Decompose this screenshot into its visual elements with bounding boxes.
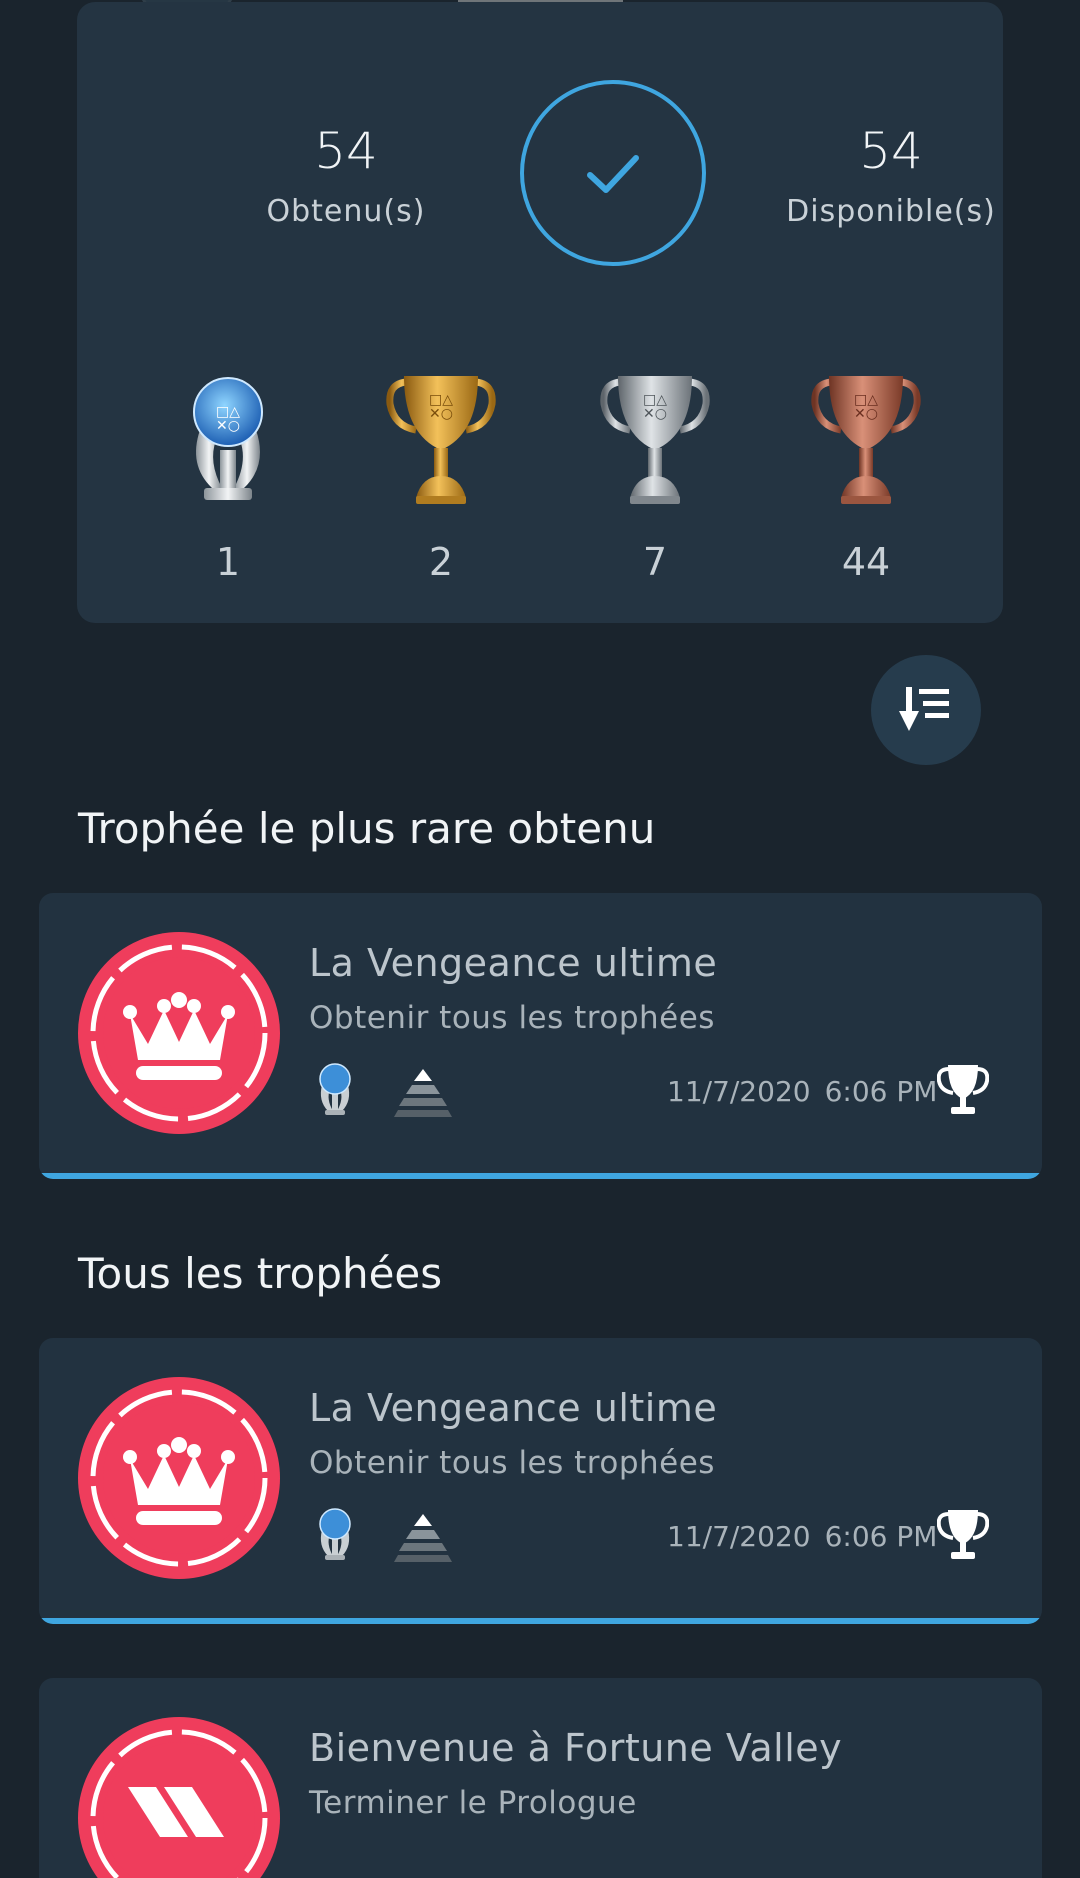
completion-circle [520,80,706,266]
trophy-card[interactable]: La Vengeance ultime Obtenir tous les tro… [39,1338,1042,1624]
trophy-card[interactable]: Bienvenue à Fortune Valley Terminer le P… [39,1678,1042,1878]
crown-icon [78,1377,280,1579]
trophy-description: Obtenir tous les trophées [309,1000,715,1036]
earned-label: Obtenu(s) [266,194,426,229]
earned-count: 54 [314,122,378,180]
section-title-rarest: Trophée le plus rare obtenu [78,804,656,853]
svg-text:✕○: ✕○ [643,406,667,422]
trophy-cup-icon [937,1510,989,1559]
svg-text:✕○: ✕○ [854,406,878,422]
platinum-trophy-icon [319,1063,351,1115]
earned-stat: 54 Obtenu(s) [226,126,466,229]
crown-icon [78,932,280,1134]
silver-column: □△ ✕○ 7 [585,370,725,584]
rarity-pyramid-icon [394,1069,452,1117]
silver-trophy-icon: □△ ✕○ [600,376,710,504]
bronze-column: □△ ✕○ 44 [796,370,936,584]
sort-icon [899,687,949,731]
trophy-name: Bienvenue à Fortune Valley [309,1726,843,1770]
trophy-date-value: 11/7/2020 [667,1075,811,1108]
trophy-date-value: 11/7/2020 [667,1520,811,1553]
gold-count: 2 [428,540,454,584]
available-stat: 54 Disponible(s) [771,126,1011,229]
platinum-count: 1 [215,540,241,584]
trophy-description: Obtenir tous les trophées [309,1445,715,1481]
available-label: Disponible(s) [786,194,996,229]
trophy-time-value: 6:06 PM [824,1520,938,1553]
rarity-pyramid-icon [394,1514,452,1562]
trophy-summary-card: 54 Obtenu(s) 54 Disponible(s) □△ ✕○ 1 □△… [77,2,1003,623]
trophy-date: 11/7/2020 6:06 PM [667,1075,937,1108]
rarest-trophy-card[interactable]: La Vengeance ultime Obtenir tous les tro… [39,893,1042,1179]
section-title-all: Tous les trophées [78,1249,443,1298]
platinum-trophy-icon [319,1508,351,1560]
bronze-trophy-icon: □△ ✕○ [811,376,921,504]
trophy-name: La Vengeance ultime [309,941,718,985]
sort-button[interactable] [871,655,981,765]
card-accent-bar [39,1173,1042,1179]
svg-text:✕○: ✕○ [429,406,453,422]
card-accent-bar [39,1618,1042,1624]
trophy-date: 11/7/2020 6:06 PM [667,1520,937,1553]
platinum-trophy-icon: □△ ✕○ [193,377,263,500]
bronze-count: 44 [841,540,891,584]
trophy-name: La Vengeance ultime [309,1386,718,1430]
svg-text:✕○: ✕○ [216,418,240,434]
available-count: 54 [859,122,923,180]
trophy-time-value: 6:06 PM [824,1075,938,1108]
check-icon [587,155,639,193]
wing-badge-icon [78,1717,280,1878]
gold-column: □△ ✕○ 2 [371,370,511,584]
silver-count: 7 [642,540,668,584]
trophy-cup-icon [937,1065,989,1114]
gold-trophy-icon: □△ ✕○ [386,376,496,504]
platinum-column: □△ ✕○ 1 [158,370,298,584]
